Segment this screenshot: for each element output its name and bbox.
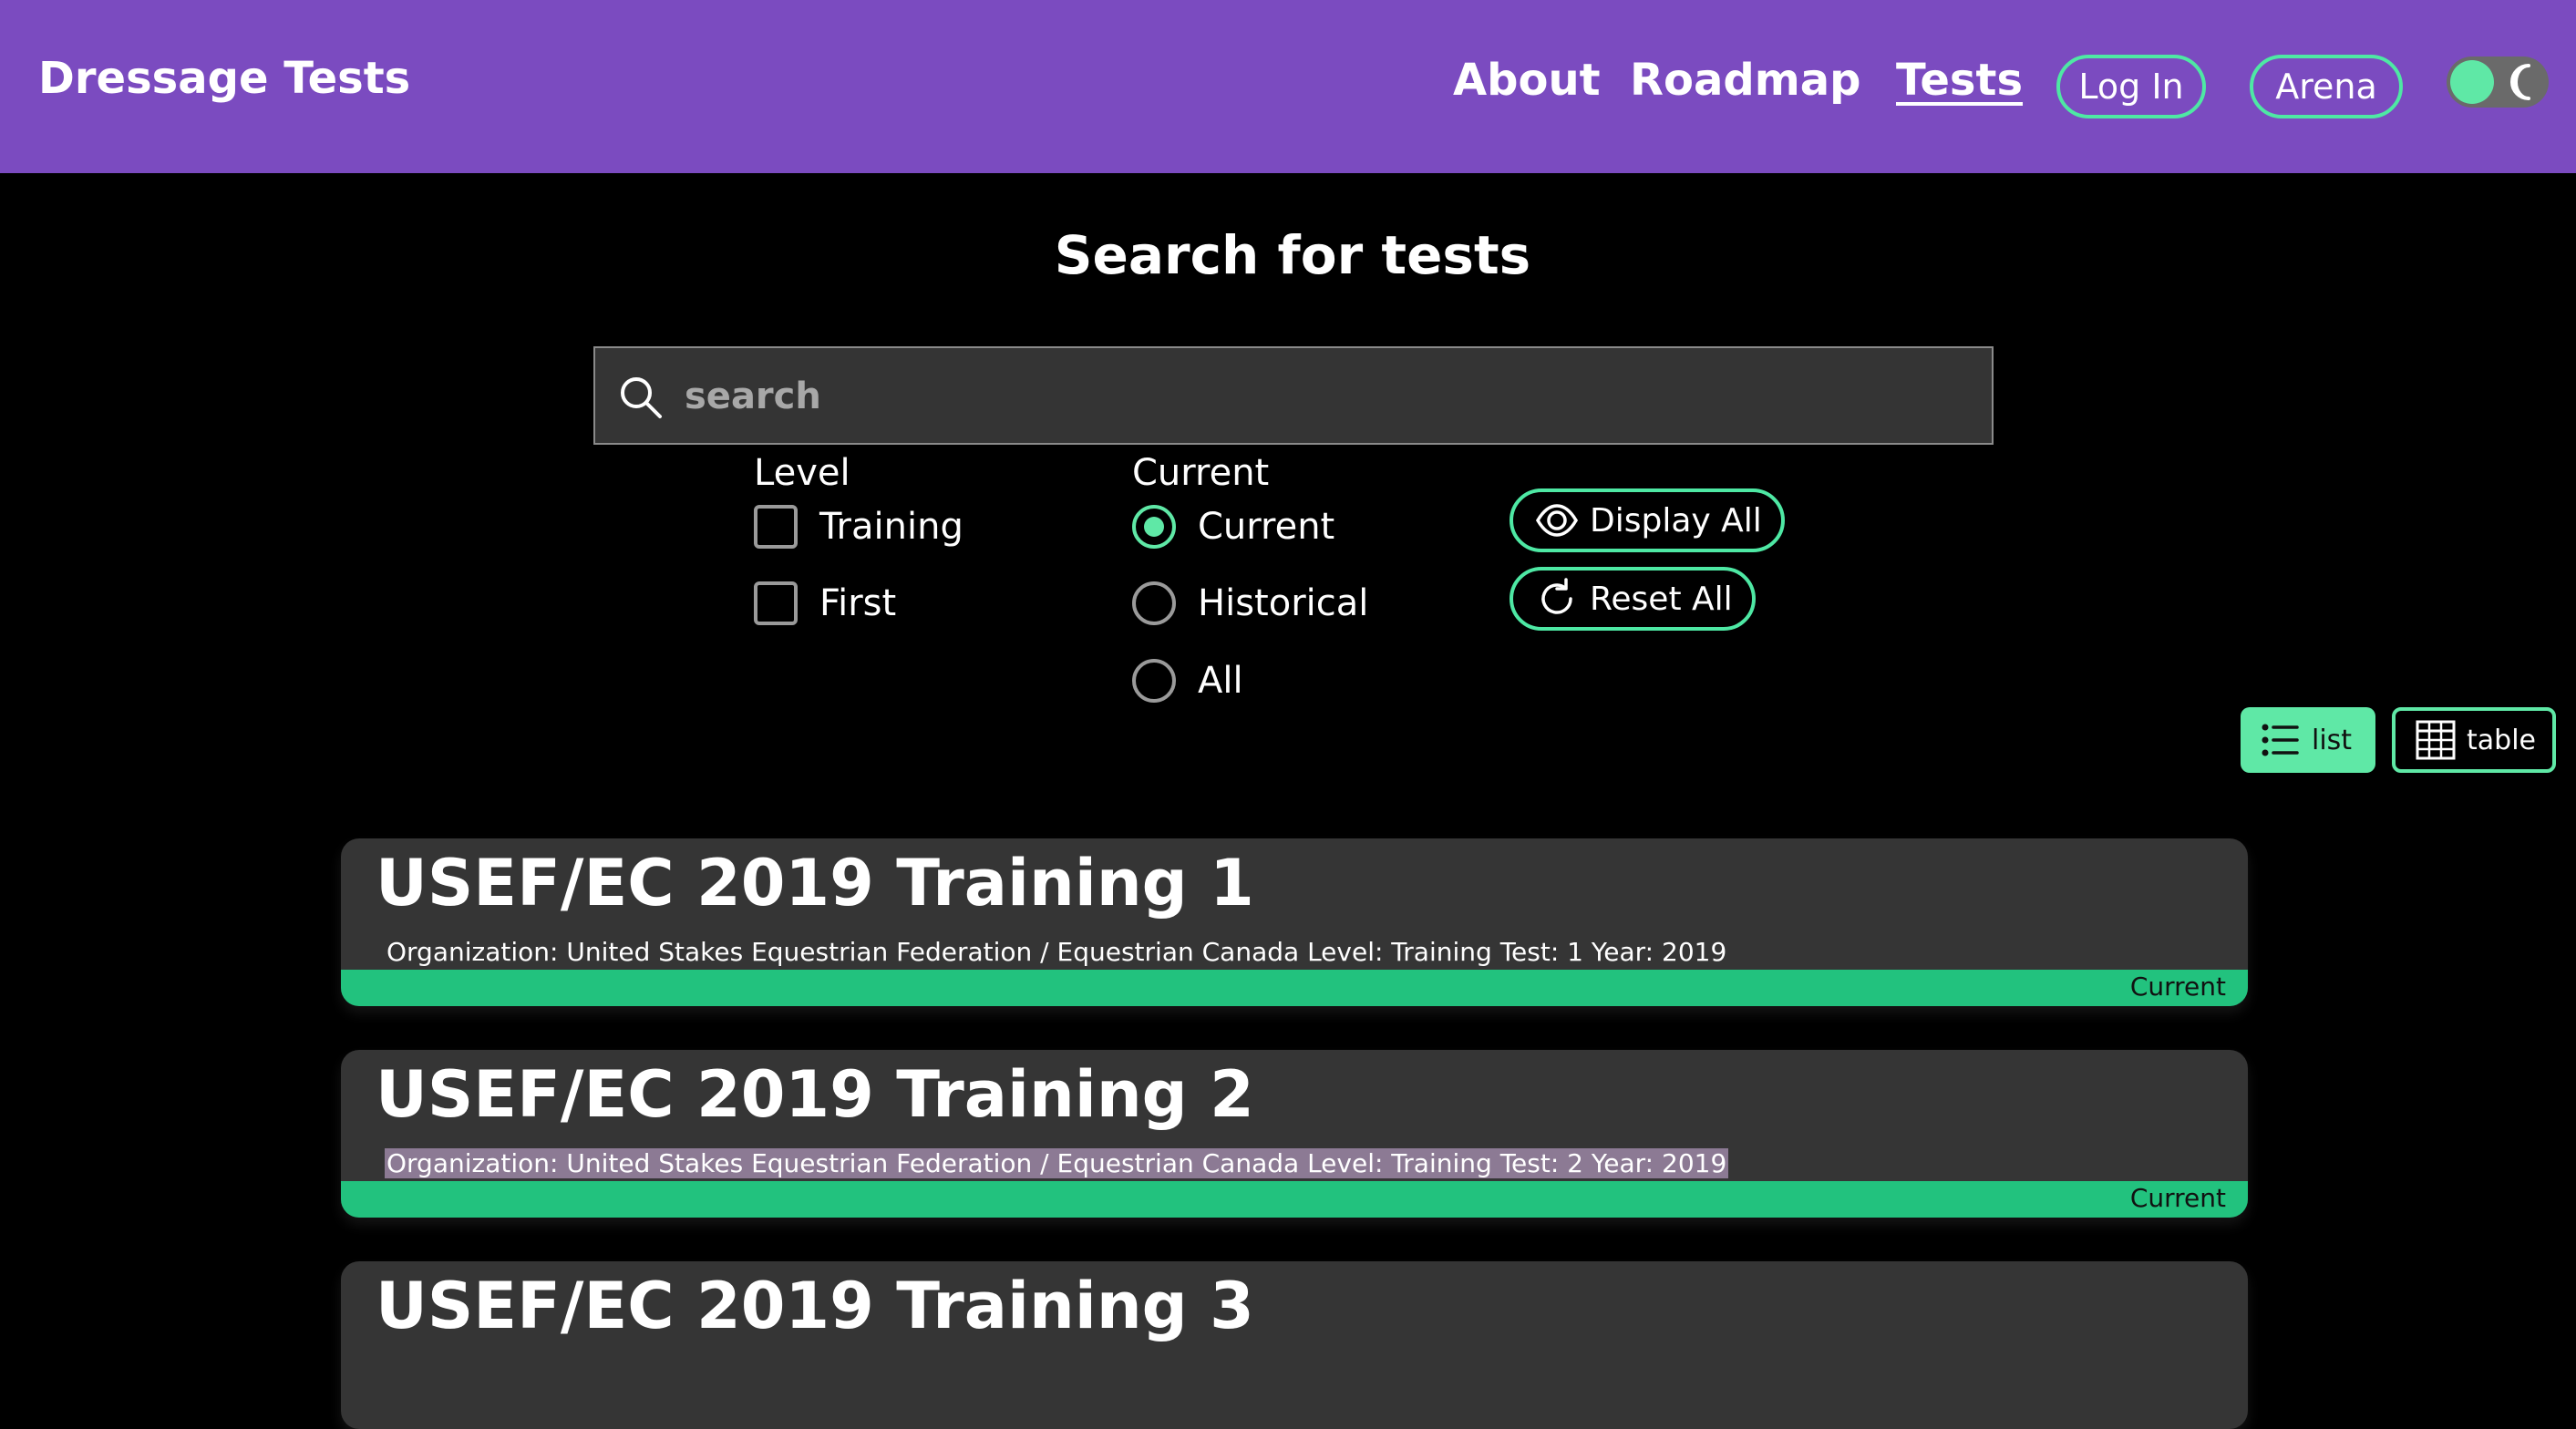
login-button[interactable]: Log In	[2056, 55, 2206, 118]
eye-icon	[1535, 504, 1579, 537]
display-all-label: Display All	[1590, 501, 1762, 540]
current-radio[interactable]	[1132, 505, 1176, 549]
display-all-button[interactable]: Display All	[1510, 488, 1785, 552]
current-filter-heading: Current	[1132, 452, 1270, 494]
historical-radio[interactable]	[1132, 581, 1176, 625]
arena-button[interactable]: Arena	[2250, 55, 2403, 118]
brand-logo-text[interactable]: Dressage Tests	[38, 53, 410, 104]
page-title: Search for tests	[1054, 224, 1531, 286]
reset-all-label: Reset All	[1590, 580, 1733, 618]
level-filter-heading: Level	[754, 452, 850, 494]
top-navbar: Dressage Tests About Roadmap Tests Log I…	[0, 0, 2576, 173]
historical-radio-label: Historical	[1198, 582, 1369, 624]
status-badge: Current	[2129, 1183, 2226, 1213]
test-title[interactable]: USEF/EC 2019 Training 1	[376, 846, 1254, 920]
table-view-button[interactable]: table	[2392, 707, 2556, 773]
list-view-label: list	[2312, 724, 2353, 756]
status-badge: Current	[2129, 972, 2226, 1002]
test-meta-selected: Organization: United Stakes Equestrian F…	[385, 1148, 1729, 1178]
level-option-first[interactable]: First	[754, 581, 896, 626]
current-option-historical[interactable]: Historical	[1132, 581, 1368, 626]
first-label: First	[819, 582, 897, 624]
test-card[interactable]: USEF/EC 2019 Training 1 Organization: Un…	[341, 838, 2248, 1006]
nav-link-roadmap[interactable]: Roadmap	[1630, 55, 1860, 106]
all-radio-label: All	[1198, 660, 1243, 702]
nav-link-tests[interactable]: Tests	[1896, 55, 2023, 106]
reset-all-button[interactable]: Reset All	[1510, 567, 1756, 631]
list-view-button[interactable]: list	[2241, 707, 2375, 773]
current-option-all[interactable]: All	[1132, 658, 1243, 704]
theme-toggle-switch[interactable]	[2447, 57, 2549, 108]
test-meta: Organization: United Stakes Equestrian F…	[386, 937, 1727, 967]
search-box	[593, 346, 1994, 445]
table-icon	[2416, 720, 2456, 760]
test-title[interactable]: USEF/EC 2019 Training 2	[376, 1057, 1254, 1132]
status-bar: Current	[341, 1181, 2248, 1218]
all-radio[interactable]	[1132, 659, 1176, 703]
status-bar: Current	[341, 970, 2248, 1006]
refresh-icon	[1541, 578, 1572, 614]
level-option-training[interactable]: Training	[754, 504, 963, 550]
test-card[interactable]: USEF/EC 2019 Training 2 Organization: Un…	[341, 1050, 2248, 1218]
moon-icon	[2510, 64, 2530, 100]
training-checkbox[interactable]	[754, 505, 798, 549]
table-view-label: table	[2467, 724, 2536, 756]
search-icon	[621, 377, 662, 418]
training-label: Training	[819, 506, 963, 548]
toggle-knob	[2450, 60, 2494, 104]
search-input[interactable]	[683, 361, 1977, 432]
current-radio-label: Current	[1198, 506, 1335, 548]
test-card[interactable]: USEF/EC 2019 Training 3	[341, 1261, 2248, 1429]
list-icon	[2262, 724, 2299, 756]
nav-link-about[interactable]: About	[1453, 55, 1601, 106]
test-title[interactable]: USEF/EC 2019 Training 3	[376, 1269, 1254, 1343]
current-option-current[interactable]: Current	[1132, 504, 1334, 550]
first-checkbox[interactable]	[754, 581, 798, 625]
